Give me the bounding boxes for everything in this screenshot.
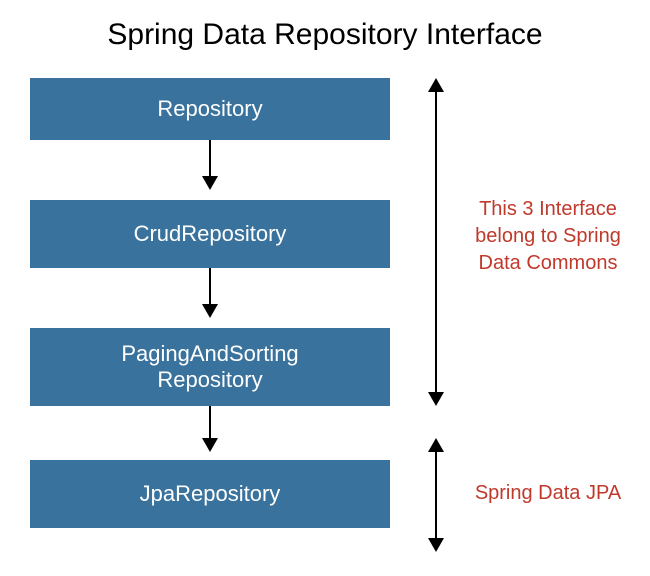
annotation-commons: This 3 Interface belong to Spring Data C… bbox=[458, 196, 638, 277]
arrow-repository-to-crud bbox=[209, 140, 211, 188]
diagram-title: Spring Data Repository Interface bbox=[0, 18, 650, 52]
arrow-crud-to-paging bbox=[209, 268, 211, 316]
annotation-jpa: Spring Data JPA bbox=[458, 480, 638, 507]
box-crud-repository-label: CrudRepository bbox=[134, 221, 287, 247]
box-jpa-repository-label: JpaRepository bbox=[140, 481, 281, 507]
span-arrow-commons bbox=[435, 80, 437, 404]
box-crud-repository: CrudRepository bbox=[30, 200, 390, 268]
box-repository: Repository bbox=[30, 78, 390, 140]
box-paging-line1: PagingAndSorting bbox=[121, 341, 298, 367]
span-arrow-jpa bbox=[435, 440, 437, 550]
box-jpa-repository: JpaRepository bbox=[30, 460, 390, 528]
box-paging-sorting-repository: PagingAndSorting Repository bbox=[30, 328, 390, 406]
box-repository-label: Repository bbox=[157, 96, 262, 122]
arrow-paging-to-jpa bbox=[209, 406, 211, 450]
box-paging-line2: Repository bbox=[157, 367, 262, 393]
